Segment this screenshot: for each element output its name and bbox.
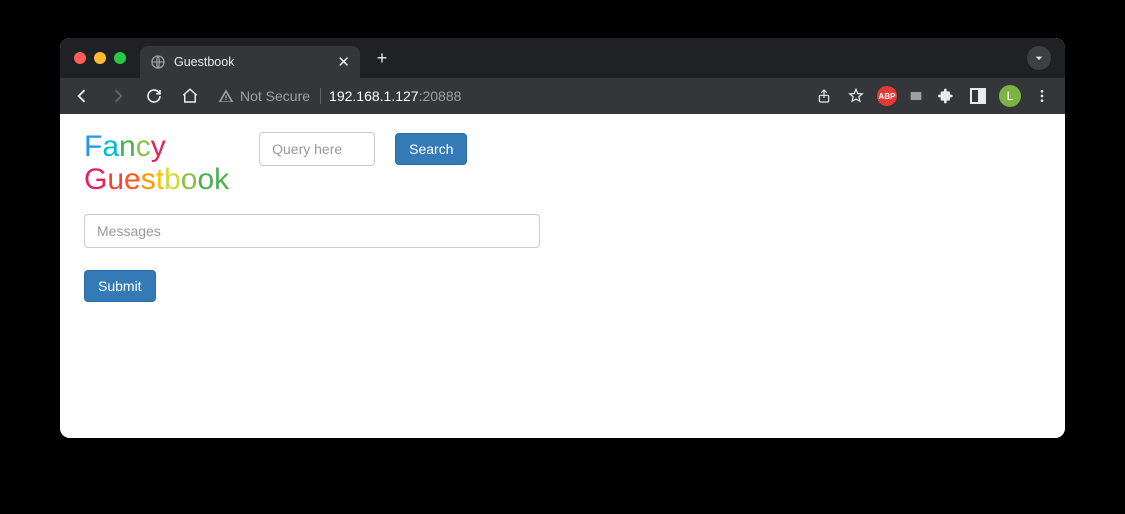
profile-button[interactable]: L	[999, 85, 1021, 107]
plus-icon: +	[377, 48, 388, 69]
extensions-button[interactable]	[935, 85, 957, 107]
share-button[interactable]	[813, 85, 835, 107]
adblock-extension-icon[interactable]: ABP	[877, 86, 897, 106]
globe-icon	[150, 54, 166, 70]
new-tab-button[interactable]: +	[368, 44, 396, 72]
url-host: 192.168.1.127	[329, 88, 419, 104]
tab-title: Guestbook	[174, 55, 329, 69]
warning-icon	[218, 88, 234, 104]
back-button[interactable]	[68, 82, 96, 110]
submit-button[interactable]: Submit	[84, 270, 156, 302]
address-bar[interactable]: Not Secure 192.168.1.127:20888	[212, 88, 805, 104]
messages-input[interactable]	[84, 214, 540, 248]
forward-button[interactable]	[104, 82, 132, 110]
browser-toolbar: Not Secure 192.168.1.127:20888 ABP	[60, 78, 1065, 114]
home-button[interactable]	[176, 82, 204, 110]
search-button[interactable]: Search	[395, 133, 467, 165]
close-tab-button[interactable]: ✕	[337, 55, 350, 70]
menu-button[interactable]	[1031, 85, 1053, 107]
security-label: Not Secure	[240, 88, 310, 104]
search-form: Search	[259, 132, 467, 166]
side-panel-button[interactable]	[967, 85, 989, 107]
page-content: FancyGuestbook Search Submit	[60, 114, 1065, 438]
window-controls	[68, 52, 132, 64]
close-window-button[interactable]	[74, 52, 86, 64]
reload-button[interactable]	[140, 82, 168, 110]
browser-window: Guestbook ✕ + Not Secure	[60, 38, 1065, 438]
minimize-window-button[interactable]	[94, 52, 106, 64]
toolbar-actions: ABP L	[813, 85, 1057, 107]
maximize-window-button[interactable]	[114, 52, 126, 64]
extension-icon[interactable]	[907, 87, 925, 105]
browser-tab[interactable]: Guestbook ✕	[140, 46, 360, 78]
security-badge[interactable]: Not Secure	[218, 88, 321, 104]
url-port: :20888	[419, 88, 462, 104]
bookmark-button[interactable]	[845, 85, 867, 107]
query-input[interactable]	[259, 132, 375, 166]
page-title: FancyGuestbook	[84, 130, 229, 196]
tabs-dropdown-button[interactable]	[1027, 46, 1051, 70]
tab-bar: Guestbook ✕ +	[60, 38, 1065, 78]
panel-icon	[970, 88, 986, 104]
